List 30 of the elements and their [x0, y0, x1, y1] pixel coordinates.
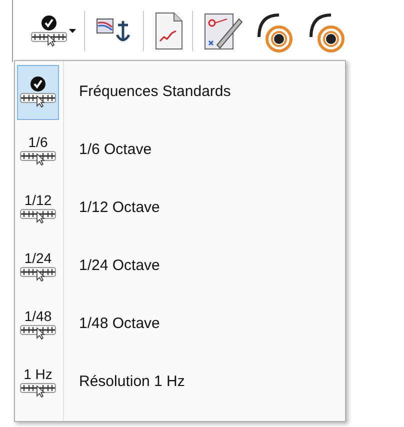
ruler-cursor-icon	[31, 31, 67, 47]
edit-points-icon	[203, 11, 243, 51]
ruler-cursor-icon	[20, 382, 56, 398]
caret-icon	[69, 29, 76, 33]
menu-item[interactable]: 1 Hz Résolution 1 Hz	[15, 353, 345, 411]
resolution-label: 1/24	[24, 250, 52, 266]
ruler-cursor-icon	[20, 266, 56, 282]
menu-item-label: Résolution 1 Hz	[79, 372, 185, 392]
menu-item-label: 1/48 Octave	[79, 314, 160, 334]
menu-item-label: 1/12 Octave	[79, 198, 160, 218]
document-graph-icon	[154, 11, 184, 51]
menu-item[interactable]: 1/6 1/6 Octave	[15, 121, 345, 179]
resolution-label: 1/12	[24, 192, 52, 208]
resolution-label: 1/6	[28, 134, 48, 150]
resolution-label: 1/48	[24, 308, 52, 324]
ruler-cursor-icon	[20, 92, 56, 108]
check-circle-icon	[30, 76, 46, 92]
menu-item[interactable]: 1/48 1/48 Octave	[15, 295, 345, 353]
check-circle-icon	[41, 15, 57, 31]
menu-item[interactable]: 1/12 1/12 Octave	[15, 179, 345, 237]
menu-item-label: 1/24 Octave	[79, 256, 160, 276]
dropdown-button[interactable]	[29, 15, 78, 47]
menu-item-label: Fréquences Standards	[79, 82, 231, 102]
ruler-cursor-icon	[20, 324, 56, 340]
ruler-cursor-icon	[20, 150, 56, 166]
menu-item[interactable]: 1/24 1/24 Octave	[15, 237, 345, 295]
resolution-label: 1 Hz	[24, 366, 52, 382]
ruler-cursor-icon	[20, 208, 56, 224]
menu-item-label: 1/6 Octave	[79, 140, 152, 160]
menu-item[interactable]: Fréquences Standards	[15, 63, 345, 121]
